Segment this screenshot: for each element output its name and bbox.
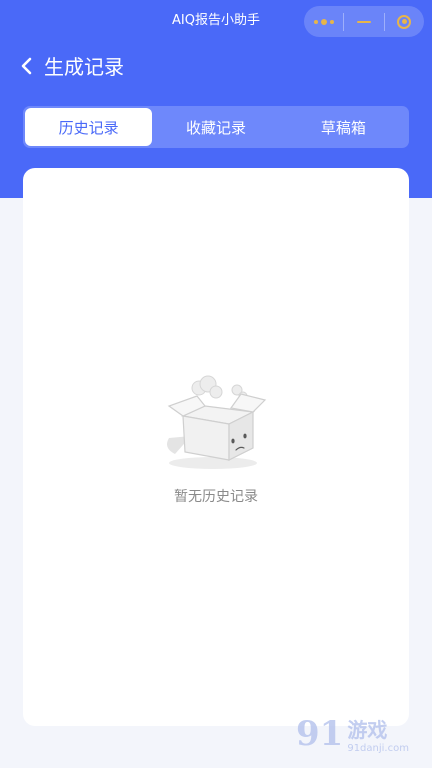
miniapp-capsule xyxy=(304,6,424,37)
records-card: 暂无历史记录 xyxy=(23,168,409,726)
minimize-button[interactable] xyxy=(344,6,383,37)
back-button[interactable] xyxy=(20,54,40,78)
watermark-site: 91danji.com xyxy=(347,743,409,754)
tab-favorites[interactable]: 收藏记录 xyxy=(152,108,279,146)
chevron-left-icon xyxy=(21,57,32,75)
page-title: 生成记录 xyxy=(44,55,124,79)
more-dots-icon xyxy=(313,18,334,25)
minimize-icon xyxy=(356,20,371,23)
close-target-icon xyxy=(397,14,412,29)
watermark-text: 游戏 91danji.com xyxy=(347,714,409,754)
tab-history[interactable]: 历史记录 xyxy=(25,108,153,146)
close-button[interactable] xyxy=(385,6,424,37)
watermark-number: 91 xyxy=(296,714,344,754)
record-tabs: 历史记录 收藏记录 草稿箱 xyxy=(23,106,409,148)
empty-box-icon xyxy=(167,375,267,469)
tab-drafts[interactable]: 草稿箱 xyxy=(280,108,407,146)
watermark-name: 游戏 xyxy=(347,718,388,742)
empty-state-text: 暂无历史记录 xyxy=(174,489,258,505)
watermark: 91 游戏 91danji.com xyxy=(296,714,409,754)
more-button[interactable] xyxy=(304,6,343,37)
